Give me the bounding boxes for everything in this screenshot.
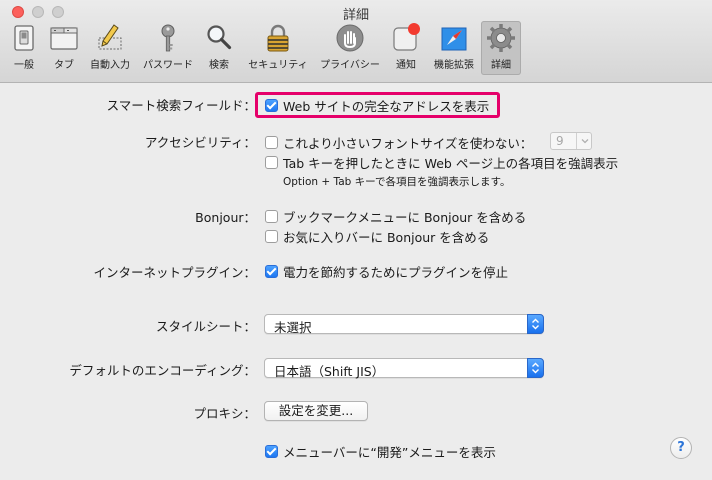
hand-icon bbox=[336, 24, 364, 52]
bonjour-favorites-bar-checkbox[interactable] bbox=[265, 230, 278, 243]
change-proxy-settings-button[interactable]: 設定を変更... bbox=[264, 401, 368, 421]
safari-advanced-preferences-window: 詳細 一般 タブ 自動入力 パスワード 検索 セキュリティ プライバシー 通知 … bbox=[0, 0, 712, 480]
extensions-compass-icon bbox=[441, 27, 467, 51]
min-font-size-value: 9 bbox=[556, 134, 564, 148]
min-font-size-option[interactable]: これより小さいフォントサイズを使わない： bbox=[265, 133, 532, 152]
default-encoding-label: デフォルトのエンコーディング： bbox=[69, 363, 256, 378]
toolbar-label-search: 検索 bbox=[209, 60, 229, 71]
stop-plugins-text: 電力を節約するためにプラグインを停止 bbox=[283, 265, 509, 280]
bonjour-bookmarks-menu-text: ブックマークメニューに Bonjour を含める bbox=[283, 210, 527, 225]
toolbar-label-general: 一般 bbox=[14, 60, 34, 71]
window-toolbar-area: 詳細 一般 タブ 自動入力 パスワード 検索 セキュリティ プライバシー 通知 … bbox=[0, 0, 712, 83]
style-sheet-popup[interactable]: 未選択 bbox=[264, 314, 544, 335]
magnifier-icon bbox=[207, 25, 232, 50]
up-down-chevron-icon bbox=[532, 318, 539, 330]
tab-highlight-option[interactable]: Tab キーを押したときに Web ページ上の各項目を強調表示 bbox=[265, 153, 618, 172]
show-full-address-checkbox[interactable] bbox=[265, 99, 278, 112]
style-sheet-value: 未選択 bbox=[274, 320, 312, 335]
toolbar-item-privacy[interactable]: プライバシー bbox=[317, 21, 383, 75]
toolbar-item-general[interactable]: 一般 bbox=[5, 21, 43, 75]
advanced-settings-panel: スマート検索フィールド： Web サイトの完全なアドレスを表示 アクセシビリティ… bbox=[0, 83, 712, 480]
toolbar-item-extensions[interactable]: 機能拡張 bbox=[429, 21, 479, 75]
show-develop-menu-option[interactable]: メニューバーに“開発”メニューを表示 bbox=[265, 442, 496, 461]
toolbar-item-tabs[interactable]: タブ bbox=[45, 21, 83, 75]
toolbar-label-autofill: 自動入力 bbox=[90, 60, 130, 71]
min-font-size-separator bbox=[576, 133, 577, 149]
tabs-icon bbox=[50, 27, 78, 50]
internet-plugins-label: インターネットプラグイン： bbox=[93, 265, 256, 280]
toolbar-label-advanced: 詳細 bbox=[491, 60, 511, 71]
style-sheet-popup-arrows[interactable] bbox=[527, 314, 544, 334]
min-font-size-checkbox[interactable] bbox=[265, 136, 278, 149]
notification-badge-icon bbox=[393, 23, 420, 51]
tab-highlight-text: Tab キーを押したときに Web ページ上の各項目を強調表示 bbox=[283, 156, 619, 171]
accessibility-label: アクセシビリティ： bbox=[144, 135, 256, 150]
stop-plugins-checkbox[interactable] bbox=[265, 265, 278, 278]
stop-plugins-option[interactable]: 電力を節約するためにプラグインを停止 bbox=[265, 262, 508, 281]
option-tab-note: Option + Tab キーで各項目を強調表示します。 bbox=[283, 176, 511, 188]
show-develop-menu-checkbox[interactable] bbox=[265, 445, 278, 458]
chevron-down-icon bbox=[581, 139, 589, 144]
bonjour-label: Bonjour： bbox=[195, 210, 256, 225]
toolbar-item-autofill[interactable]: 自動入力 bbox=[85, 21, 135, 75]
min-font-size-text: これより小さいフォントサイズを使わない： bbox=[283, 136, 533, 151]
show-full-address-option[interactable]: Web サイトの完全なアドレスを表示 bbox=[265, 96, 489, 115]
toolbar-item-notifications[interactable]: 通知 bbox=[387, 21, 425, 75]
toolbar-item-search[interactable]: 検索 bbox=[201, 21, 237, 75]
default-encoding-popup[interactable]: 日本語（Shift JIS） bbox=[264, 358, 544, 379]
bonjour-favorites-bar-text: お気に入りバーに Bonjour を含める bbox=[283, 230, 490, 245]
toolbar-item-security[interactable]: セキュリティ bbox=[241, 21, 315, 75]
toolbar-item-advanced[interactable]: 詳細 bbox=[481, 21, 521, 75]
bonjour-bookmarks-menu-checkbox[interactable] bbox=[265, 210, 278, 223]
proxy-label: プロキシ： bbox=[193, 406, 256, 421]
bonjour-bookmarks-menu-option[interactable]: ブックマークメニューに Bonjour を含める bbox=[265, 207, 526, 226]
style-sheet-label: スタイルシート： bbox=[155, 319, 256, 334]
tab-highlight-checkbox[interactable] bbox=[265, 156, 278, 169]
padlock-icon bbox=[267, 24, 289, 52]
toolbar-label-notifications: 通知 bbox=[396, 60, 416, 71]
toolbar-label-security: セキュリティ bbox=[248, 60, 308, 71]
default-encoding-value: 日本語（Shift JIS） bbox=[274, 364, 385, 379]
min-font-size-select[interactable]: 9 bbox=[550, 132, 592, 150]
default-encoding-popup-arrows[interactable] bbox=[527, 358, 544, 378]
up-down-chevron-icon bbox=[532, 362, 539, 374]
smart-search-field-label: スマート検索フィールド： bbox=[106, 98, 256, 113]
toolbar-label-privacy: プライバシー bbox=[320, 60, 380, 71]
show-full-address-text: Web サイトの完全なアドレスを表示 bbox=[283, 99, 490, 114]
toolbar-label-tabs: タブ bbox=[54, 60, 74, 71]
general-switch-icon bbox=[14, 25, 34, 51]
autofill-pencil-icon bbox=[98, 24, 122, 50]
key-icon bbox=[161, 24, 175, 52]
toolbar-label-extensions: 機能拡張 bbox=[434, 60, 474, 71]
bonjour-favorites-bar-option[interactable]: お気に入りバーに Bonjour を含める bbox=[265, 227, 489, 246]
toolbar-label-passwords: パスワード bbox=[143, 60, 193, 71]
show-develop-menu-text: メニューバーに“開発”メニューを表示 bbox=[283, 445, 496, 460]
gear-icon bbox=[487, 24, 515, 52]
toolbar-item-passwords[interactable]: パスワード bbox=[137, 21, 199, 75]
help-button[interactable]: ? bbox=[670, 437, 692, 459]
